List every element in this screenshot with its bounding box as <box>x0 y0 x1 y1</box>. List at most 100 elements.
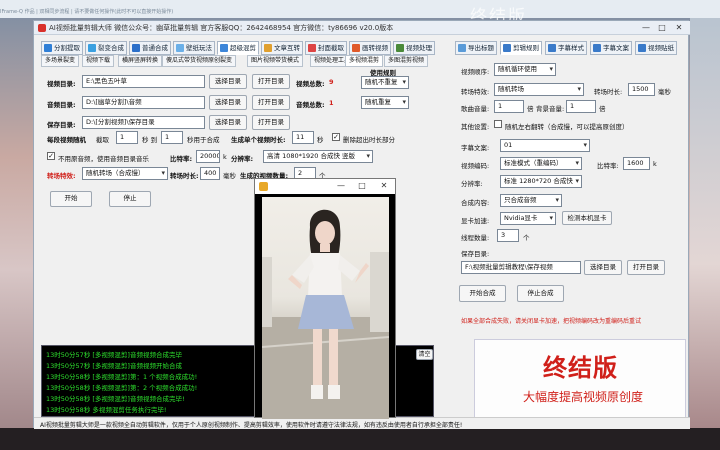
subtitle-text-select[interactable]: 01 <box>500 139 590 152</box>
right-save-dir-input[interactable]: F:\视频批量剪辑教程\保存视频 <box>461 261 581 274</box>
preview-close-button[interactable]: ✕ <box>376 180 392 192</box>
right-save-dir-label: 保存目录: <box>461 250 490 258</box>
tab-super-mix[interactable]: 超级混剪 <box>217 41 259 55</box>
right-start-button[interactable]: 开始合成 <box>459 285 506 302</box>
tab-fission[interactable]: 裂变合成 <box>85 41 127 55</box>
clear-log-button[interactable]: 清空 <box>416 349 433 360</box>
video-pick-dir-button[interactable]: 选择目录 <box>209 74 247 89</box>
subtab-goods-fission[interactable]: 傻瓜式带货视频原创裂变 <box>162 55 237 67</box>
video-total-label: 视频总数: <box>296 80 325 88</box>
resolution-select[interactable]: 高清 1080*1920 合成快 竖版 <box>263 150 373 163</box>
subtab-multi-image-mix[interactable]: 多图混剪视频 <box>384 55 429 67</box>
subtab-download[interactable]: 视频下载 <box>82 55 115 67</box>
music-vol-input[interactable]: 1 <box>494 100 524 113</box>
tab-video-sticker[interactable]: 视频贴纸 <box>635 41 677 55</box>
log-line: 13时50分58秒 [多视频混剪]第：1 个视频合成成功! <box>46 373 198 381</box>
clip-random-label: 每段视频随机 <box>47 136 86 144</box>
tab-label: 视频处理 <box>406 44 432 52</box>
tab-label: 分割提取 <box>54 44 80 52</box>
right-transition-select[interactable]: 随机转场 <box>494 83 584 96</box>
right-bitrate-unit: k <box>653 160 657 168</box>
article-icon <box>264 44 272 52</box>
right-transition-dur-input[interactable]: 1500 <box>628 83 655 96</box>
res-select[interactable]: 标准 1280*720 合成快 <box>500 175 582 188</box>
close-button[interactable]: ✕ <box>671 22 687 34</box>
tab-export-title[interactable]: 导出标题 <box>455 41 497 55</box>
video-open-dir-button[interactable]: 打开目录 <box>252 74 290 89</box>
minimize-button[interactable]: — <box>638 22 654 34</box>
tab-article[interactable]: 文章互转 <box>261 41 303 55</box>
cut-from-input[interactable]: 1 <box>116 131 138 144</box>
gen-single-input[interactable]: 11 <box>292 131 314 144</box>
audio-dir-input[interactable]: D:\[幽草分割]\音频 <box>82 96 205 109</box>
tab-subtitle-style[interactable]: 字幕样式 <box>545 41 587 55</box>
bitrate-input[interactable]: 20000 <box>196 150 220 163</box>
ms-label: 毫秒 <box>223 172 236 180</box>
transition-label: 转场特效: <box>47 172 76 180</box>
save-dir-input[interactable]: D:\[分割视频]\保存目录 <box>82 116 205 129</box>
no-orig-audio-checkbox[interactable]: ✓ <box>47 152 55 160</box>
tab-label: 裂变合成 <box>98 44 124 52</box>
super-mix-icon <box>220 44 228 52</box>
rule-select-2[interactable]: 随机重复 <box>361 96 409 109</box>
app-logo-icon <box>38 24 46 32</box>
gen-single-label: 生成单个视频时长: <box>231 136 286 144</box>
log-line: 13时50分57秒 [多视频混剪]音频视频合成完毕 <box>46 351 182 359</box>
video-preview-window: — □ ✕ <box>254 178 396 419</box>
subtab-multi-video-mix[interactable]: 多视频混剪 <box>345 55 384 67</box>
tab-subtitle-text[interactable]: 字幕文案 <box>590 41 632 55</box>
tab-cover[interactable]: 封面截取 <box>305 41 347 55</box>
tab-image-to-video[interactable]: 画转视频 <box>349 41 391 55</box>
right-ms-label: 毫秒 <box>658 88 671 96</box>
audio-open-dir-button[interactable]: 打开目录 <box>252 95 290 110</box>
tab-label: 壁纸玩法 <box>186 44 212 52</box>
gpu-select[interactable]: Nvidia显卡 <box>500 212 556 225</box>
save-pick-dir-button[interactable]: 选择目录 <box>209 115 247 130</box>
audio-pick-dir-button[interactable]: 选择目录 <box>209 95 247 110</box>
cover-icon <box>308 44 316 52</box>
audio-dir-label: 音频目录: <box>47 101 76 109</box>
transition-select[interactable]: 随机转场（合成慢） <box>82 167 168 180</box>
right-open-dir-button[interactable]: 打开目录 <box>627 260 665 275</box>
video-process-icon <box>396 44 404 52</box>
tab-wallpaper[interactable]: 壁纸玩法 <box>173 41 215 55</box>
tab-split[interactable]: 分割提取 <box>41 41 83 55</box>
bitrate-label: 比特率: <box>170 155 193 163</box>
tab-label: 普通合成 <box>142 44 168 52</box>
video-order-label: 视频顺序: <box>461 68 490 76</box>
content-select[interactable]: 只合成音频 <box>500 194 562 207</box>
cut-to-input[interactable]: 1 <box>161 131 183 144</box>
video-order-select[interactable]: 随机循环使用 <box>494 63 556 76</box>
preview-maximize-button[interactable]: □ <box>354 180 370 192</box>
gpu-detect-button[interactable]: 检测本机显卡 <box>562 211 612 225</box>
stop-button[interactable]: 停止 <box>109 191 151 207</box>
threads-input[interactable]: 3 <box>497 229 519 242</box>
video-dir-input[interactable]: E:\黑色五叶草 <box>82 75 205 88</box>
tab-edit-rules[interactable]: 剪辑规则 <box>500 41 542 55</box>
preview-minimize-button[interactable]: — <box>333 180 349 192</box>
save-open-dir-button[interactable]: 打开目录 <box>252 115 290 130</box>
other-settings-label: 其他设置: <box>461 123 490 131</box>
right-stop-button[interactable]: 停止合成 <box>517 285 564 302</box>
tab-video-process[interactable]: 视频处理 <box>393 41 435 55</box>
rule-select-1[interactable]: 随机不重复 <box>361 76 409 89</box>
sec-to-label: 秒 到 <box>142 136 158 144</box>
tab-normal-merge[interactable]: 普通合成 <box>129 41 171 55</box>
maximize-button[interactable]: □ <box>654 22 670 34</box>
right-pick-dir-button[interactable]: 选择目录 <box>584 260 622 275</box>
encode-select[interactable]: 标准模式（重编码） <box>500 157 582 170</box>
cut-excess-checkbox[interactable]: ✓ <box>332 133 340 141</box>
mirror-checkbox[interactable] <box>494 120 502 128</box>
sec-merge-label: 秒用于合成 <box>187 136 220 144</box>
right-transition-dur-label: 转场时长: <box>594 88 623 96</box>
sec-label: 秒 <box>317 136 324 144</box>
right-bitrate-input[interactable]: 1600 <box>623 157 650 170</box>
fission-icon <box>88 44 96 52</box>
start-button[interactable]: 开始 <box>50 191 92 207</box>
transition-dur-input[interactable]: 400 <box>200 167 220 180</box>
subtab-multi-scene[interactable]: 多场景裂变 <box>41 55 80 67</box>
subtab-orientation[interactable]: 横屏竖屏转换 <box>118 55 163 67</box>
subtab-image-goods[interactable]: 图片视频带货模式 <box>247 55 304 67</box>
bg-vol-input[interactable]: 1 <box>566 100 596 113</box>
bg-vol-label: 背景音量: <box>536 105 565 113</box>
